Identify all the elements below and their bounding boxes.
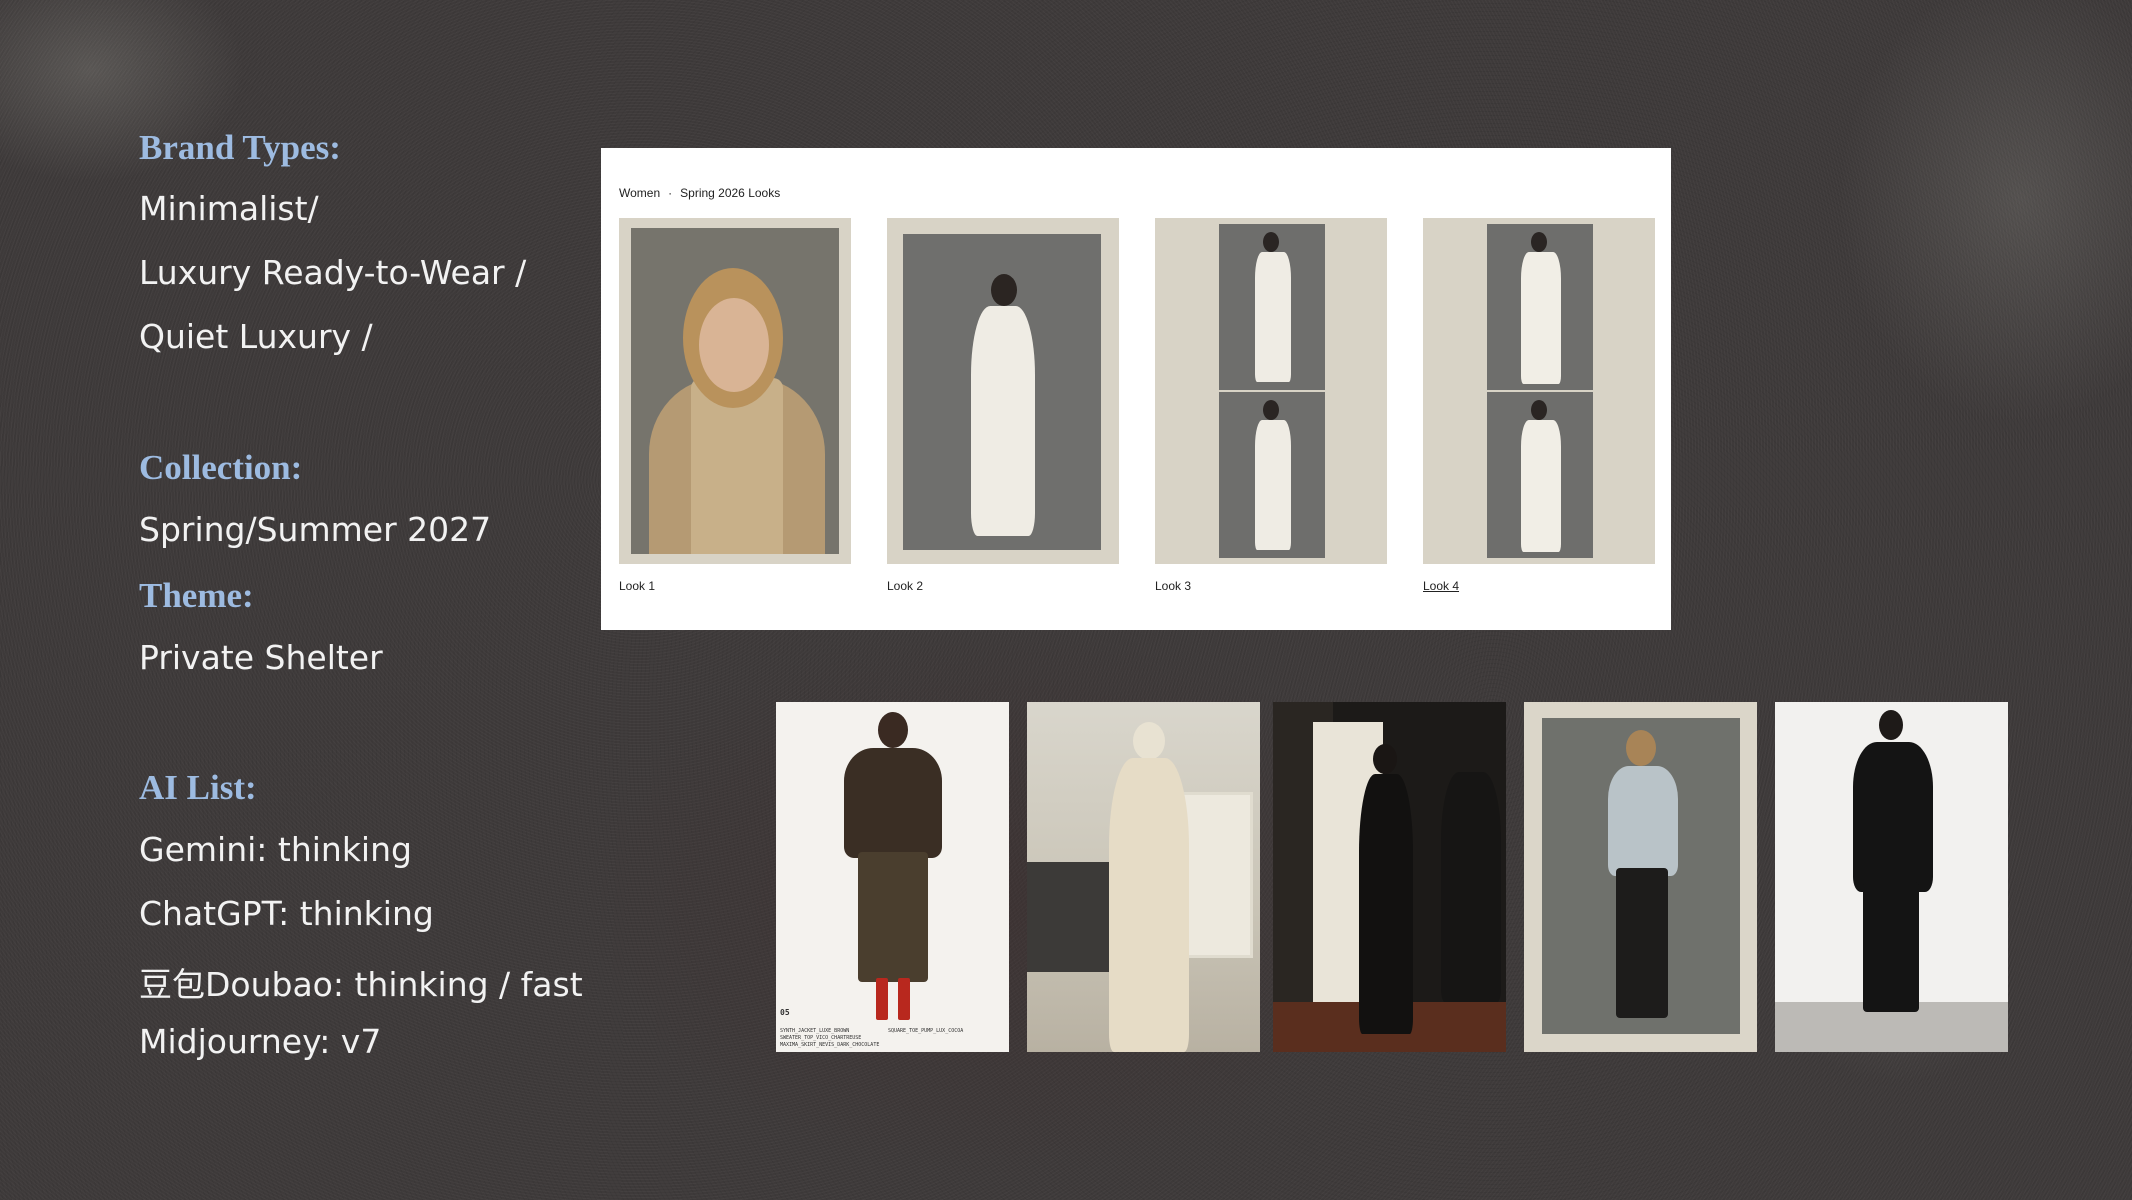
look-3-photo-top	[1219, 224, 1325, 390]
brand-types-heading: Brand Types:	[139, 128, 341, 167]
gallery-photo-1-caption-1: SYNTH_JACKET_LUXE_BROWN	[780, 1028, 850, 1034]
breadcrumb: Women · Spring 2026 Looks	[619, 186, 780, 200]
gallery-photo-5	[1775, 702, 2008, 1052]
look-3-label[interactable]: Look 3	[1155, 579, 1191, 593]
look-1-label[interactable]: Look 1	[619, 579, 655, 593]
look-2-label[interactable]: Look 2	[887, 579, 923, 593]
look-1-card[interactable]	[619, 218, 851, 564]
theme-value: Private Shelter	[139, 638, 383, 677]
look-4-photo-top	[1487, 224, 1593, 390]
ai-item-midjourney: Midjourney: v7	[139, 1022, 382, 1061]
gallery-photo-4	[1524, 702, 1757, 1052]
brand-type-line-3: Quiet Luxury /	[139, 317, 373, 356]
gallery-photo-1-number: 05	[780, 1008, 790, 1017]
gallery-photo-1-caption-4: SQUARE_TOE_PUMP_LUX_COCOA	[888, 1028, 964, 1034]
look-4-photo-bottom	[1487, 392, 1593, 558]
ai-list-heading: AI List:	[139, 768, 257, 807]
theme-heading: Theme:	[139, 576, 254, 615]
gallery-photo-1: 05 SYNTH_JACKET_LUXE_BROWN SWEATER_TOP_V…	[776, 702, 1009, 1052]
ai-item-chatgpt: ChatGPT: thinking	[139, 894, 434, 933]
look-2-photo	[903, 234, 1101, 550]
gallery-photo-3	[1273, 702, 1506, 1052]
brand-type-line-1: Minimalist/	[139, 189, 319, 228]
collection-heading: Collection:	[139, 448, 303, 487]
look-3-card[interactable]	[1155, 218, 1387, 564]
brand-type-line-2: Luxury Ready-to-Wear /	[139, 253, 527, 292]
breadcrumb-separator: ·	[668, 186, 673, 200]
breadcrumb-spring-looks[interactable]: Spring 2026 Looks	[680, 186, 780, 200]
lookbook-screenshot: Women · Spring 2026 Looks Look 1 Look 2 Lo…	[601, 148, 1671, 630]
ai-item-gemini: Gemini: thinking	[139, 830, 412, 869]
look-4-label[interactable]: Look 4	[1423, 579, 1459, 593]
look-3-photo-bottom	[1219, 392, 1325, 558]
gallery-photo-1-caption-3: MAXIMA_SKIRT_NEVIS_DARK_CHOCOLATE	[780, 1042, 880, 1048]
ai-item-doubao: 豆包Doubao: thinking / fast	[139, 965, 583, 1004]
look-1-photo	[631, 228, 839, 554]
look-4-card[interactable]	[1423, 218, 1655, 564]
breadcrumb-women[interactable]: Women	[619, 186, 660, 200]
gallery-photo-2	[1027, 702, 1260, 1052]
look-2-card[interactable]	[887, 218, 1119, 564]
gallery-photo-1-caption-2: SWEATER_TOP_VICO_CHARTREUSE	[780, 1035, 862, 1041]
collection-value: Spring/Summer 2027	[139, 510, 492, 549]
